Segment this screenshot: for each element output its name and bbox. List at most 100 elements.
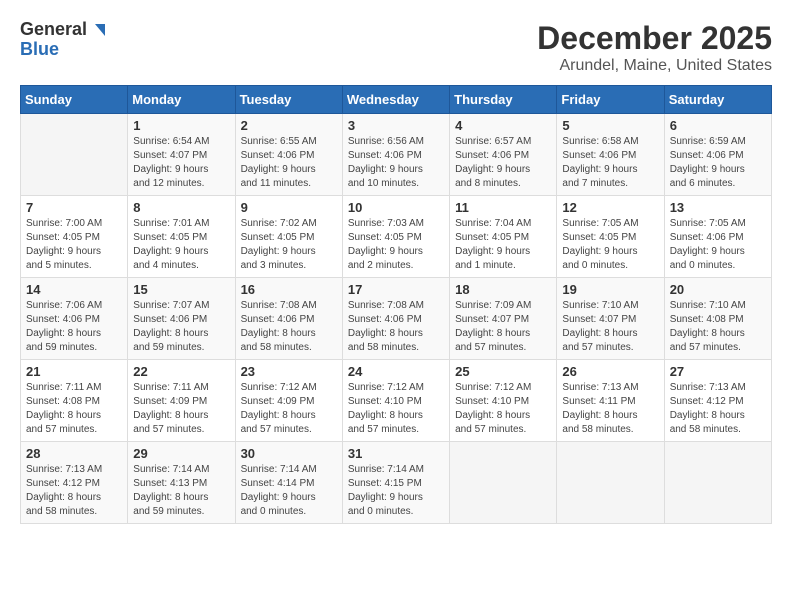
day-number: 17 — [348, 282, 444, 297]
day-info: Sunrise: 6:57 AM Sunset: 4:06 PM Dayligh… — [455, 135, 551, 191]
calendar-cell: 6Sunrise: 6:59 AM Sunset: 4:06 PM Daylig… — [664, 114, 771, 196]
calendar-cell — [557, 442, 664, 524]
calendar-cell: 21 Sunrise: 7:11 AM Sunset: 4:08 PM Dayli… — [21, 360, 128, 442]
day-info: Sunrise: 7:14 AM Sunset: 4:13 PM Dayligh… — [133, 463, 229, 519]
header-wednesday: Wednesday — [342, 86, 449, 114]
calendar-cell — [664, 442, 771, 524]
day-info: Sunrise: 7:10 AM Sunset: 4:07 PM Dayligh… — [562, 299, 658, 355]
calendar-week-5: 28 Sunrise: 7:13 AM Sunset: 4:12 PM Dayli… — [21, 442, 772, 524]
day-number: 14 — [26, 282, 122, 297]
calendar-cell: 23 Sunrise: 7:12 AM Sunset: 4:09 PM Dayli… — [235, 360, 342, 442]
calendar-week-4: 21 Sunrise: 7:11 AM Sunset: 4:08 PM Dayli… — [21, 360, 772, 442]
calendar-header-row: Sunday Monday Tuesday Wednesday Thursday… — [21, 86, 772, 114]
day-number: 26 — [562, 364, 658, 379]
calendar-cell: 18 Sunrise: 7:09 AM Sunset: 4:07 PM Dayli… — [450, 278, 557, 360]
day-number: 5 — [562, 118, 658, 133]
calendar-cell: 14 Sunrise: 7:06 AM Sunset: 4:06 PM Dayli… — [21, 278, 128, 360]
day-number: 3 — [348, 118, 444, 133]
calendar-cell: 10 Sunrise: 7:03 AM Sunset: 4:05 PM Dayli… — [342, 196, 449, 278]
day-info: Sunrise: 7:14 AM Sunset: 4:14 PM Dayligh… — [241, 463, 337, 519]
day-number: 2 — [241, 118, 337, 133]
day-number: 30 — [241, 446, 337, 461]
day-number: 23 — [241, 364, 337, 379]
logo-blue-text: Blue — [20, 40, 59, 60]
day-number: 1 — [133, 118, 229, 133]
day-info: Sunrise: 6:56 AM Sunset: 4:06 PM Dayligh… — [348, 135, 444, 191]
location-title: Arundel, Maine, United States — [537, 57, 772, 75]
day-number: 18 — [455, 282, 551, 297]
calendar-cell: 30 Sunrise: 7:14 AM Sunset: 4:14 PM Dayli… — [235, 442, 342, 524]
day-info: Sunrise: 7:05 AM Sunset: 4:05 PM Dayligh… — [562, 217, 658, 273]
day-number: 31 — [348, 446, 444, 461]
calendar-cell: 1 Sunrise: 6:54 AM Sunset: 4:07 PM Daylig… — [128, 114, 235, 196]
day-info: Sunrise: 7:03 AM Sunset: 4:05 PM Dayligh… — [348, 217, 444, 273]
header-friday: Friday — [557, 86, 664, 114]
day-info: Sunrise: 7:04 AM Sunset: 4:05 PM Dayligh… — [455, 217, 551, 273]
calendar-cell: 24 Sunrise: 7:12 AM Sunset: 4:10 PM Dayli… — [342, 360, 449, 442]
day-info: Sunrise: 6:58 AM Sunset: 4:06 PM Dayligh… — [562, 135, 658, 191]
calendar-cell: 9 Sunrise: 7:02 AM Sunset: 4:05 PM Daylig… — [235, 196, 342, 278]
header-sunday: Sunday — [21, 86, 128, 114]
calendar-cell: 19Sunrise: 7:10 AM Sunset: 4:07 PM Dayli… — [557, 278, 664, 360]
header-saturday: Saturday — [664, 86, 771, 114]
calendar-cell: 3 Sunrise: 6:56 AM Sunset: 4:06 PM Daylig… — [342, 114, 449, 196]
calendar-cell: 11Sunrise: 7:04 AM Sunset: 4:05 PM Dayli… — [450, 196, 557, 278]
day-number: 9 — [241, 200, 337, 215]
day-info: Sunrise: 7:13 AM Sunset: 4:12 PM Dayligh… — [26, 463, 122, 519]
day-info: Sunrise: 7:00 AM Sunset: 4:05 PM Dayligh… — [26, 217, 122, 273]
header-tuesday: Tuesday — [235, 86, 342, 114]
day-info: Sunrise: 7:10 AM Sunset: 4:08 PM Dayligh… — [670, 299, 766, 355]
day-info: Sunrise: 7:07 AM Sunset: 4:06 PM Dayligh… — [133, 299, 229, 355]
month-title: December 2025 — [537, 20, 772, 57]
calendar-cell: 20Sunrise: 7:10 AM Sunset: 4:08 PM Dayli… — [664, 278, 771, 360]
day-number: 29 — [133, 446, 229, 461]
calendar-cell: 5 Sunrise: 6:58 AM Sunset: 4:06 PM Daylig… — [557, 114, 664, 196]
day-number: 15 — [133, 282, 229, 297]
calendar-cell: 31 Sunrise: 7:14 AM Sunset: 4:15 PM Dayli… — [342, 442, 449, 524]
day-number: 22 — [133, 364, 229, 379]
calendar-cell: 4Sunrise: 6:57 AM Sunset: 4:06 PM Daylig… — [450, 114, 557, 196]
day-info: Sunrise: 7:13 AM Sunset: 4:12 PM Dayligh… — [670, 381, 766, 437]
day-info: Sunrise: 7:08 AM Sunset: 4:06 PM Dayligh… — [241, 299, 337, 355]
day-number: 12 — [562, 200, 658, 215]
day-number: 25 — [455, 364, 551, 379]
day-info: Sunrise: 7:12 AM Sunset: 4:09 PM Dayligh… — [241, 381, 337, 437]
calendar-cell — [21, 114, 128, 196]
calendar: Sunday Monday Tuesday Wednesday Thursday… — [20, 85, 772, 524]
calendar-cell: 7 Sunrise: 7:00 AM Sunset: 4:05 PM Daylig… — [21, 196, 128, 278]
day-number: 27 — [670, 364, 766, 379]
calendar-cell: 28 Sunrise: 7:13 AM Sunset: 4:12 PM Dayli… — [21, 442, 128, 524]
day-number: 24 — [348, 364, 444, 379]
calendar-cell: 12 Sunrise: 7:05 AM Sunset: 4:05 PM Dayli… — [557, 196, 664, 278]
header: General Blue December 2025 Arundel, Main… — [20, 20, 772, 75]
day-number: 21 — [26, 364, 122, 379]
calendar-cell: 17Sunrise: 7:08 AM Sunset: 4:06 PM Dayli… — [342, 278, 449, 360]
day-number: 10 — [348, 200, 444, 215]
day-info: Sunrise: 6:59 AM Sunset: 4:06 PM Dayligh… — [670, 135, 766, 191]
day-info: Sunrise: 7:14 AM Sunset: 4:15 PM Dayligh… — [348, 463, 444, 519]
calendar-cell: 22Sunrise: 7:11 AM Sunset: 4:09 PM Dayli… — [128, 360, 235, 442]
day-number: 7 — [26, 200, 122, 215]
day-number: 13 — [670, 200, 766, 215]
title-area: December 2025 Arundel, Maine, United Sta… — [537, 20, 772, 75]
calendar-cell: 27 Sunrise: 7:13 AM Sunset: 4:12 PM Dayli… — [664, 360, 771, 442]
logo-general-text: General — [20, 20, 87, 40]
day-info: Sunrise: 7:02 AM Sunset: 4:05 PM Dayligh… — [241, 217, 337, 273]
day-info: Sunrise: 7:13 AM Sunset: 4:11 PM Dayligh… — [562, 381, 658, 437]
calendar-cell: 16Sunrise: 7:08 AM Sunset: 4:06 PM Dayli… — [235, 278, 342, 360]
day-number: 28 — [26, 446, 122, 461]
day-info: Sunrise: 7:09 AM Sunset: 4:07 PM Dayligh… — [455, 299, 551, 355]
logo: General Blue — [20, 20, 107, 60]
calendar-cell — [450, 442, 557, 524]
day-number: 8 — [133, 200, 229, 215]
day-info: Sunrise: 7:06 AM Sunset: 4:06 PM Dayligh… — [26, 299, 122, 355]
day-info: Sunrise: 7:12 AM Sunset: 4:10 PM Dayligh… — [348, 381, 444, 437]
calendar-week-1: 1 Sunrise: 6:54 AM Sunset: 4:07 PM Daylig… — [21, 114, 772, 196]
day-info: Sunrise: 6:54 AM Sunset: 4:07 PM Dayligh… — [133, 135, 229, 191]
day-info: Sunrise: 7:01 AM Sunset: 4:05 PM Dayligh… — [133, 217, 229, 273]
header-monday: Monday — [128, 86, 235, 114]
calendar-cell: 29 Sunrise: 7:14 AM Sunset: 4:13 PM Dayli… — [128, 442, 235, 524]
calendar-cell: 25Sunrise: 7:12 AM Sunset: 4:10 PM Dayli… — [450, 360, 557, 442]
day-info: Sunrise: 7:11 AM Sunset: 4:08 PM Dayligh… — [26, 381, 122, 437]
calendar-week-2: 7 Sunrise: 7:00 AM Sunset: 4:05 PM Daylig… — [21, 196, 772, 278]
